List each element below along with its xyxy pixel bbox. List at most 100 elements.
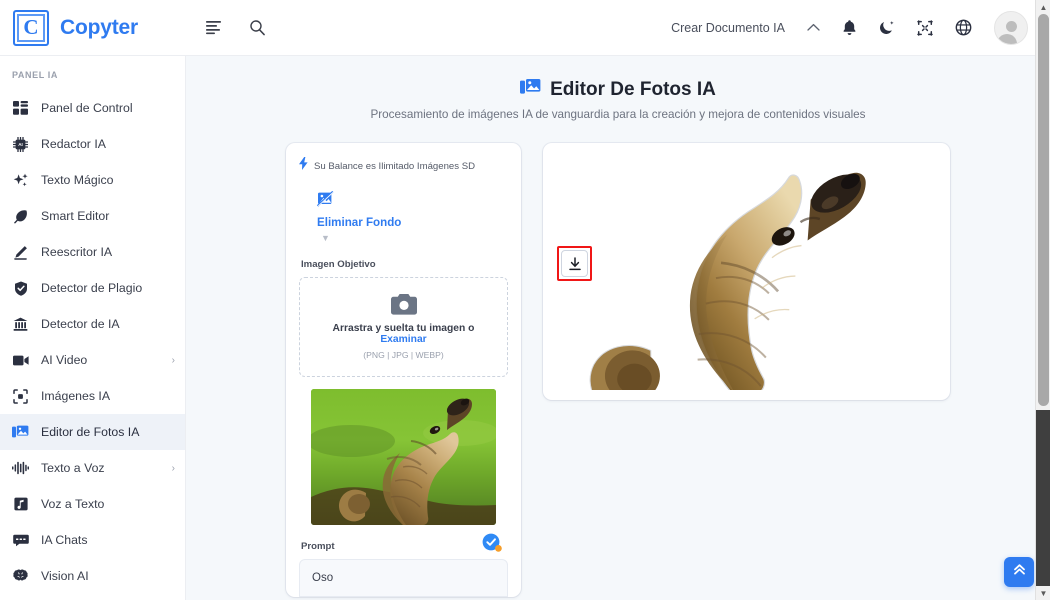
sidebar-item-ia-chats[interactable]: IA Chats: [0, 522, 185, 558]
page-subtitle: Procesamiento de imágenes IA de vanguard…: [370, 108, 866, 121]
brain-icon: [12, 569, 29, 583]
music-note-icon: [12, 497, 29, 511]
sidebar-item-editor-de-fotos-ia[interactable]: Editor de Fotos IA: [0, 414, 185, 450]
sidebar-item-label: Redactor IA: [41, 137, 106, 151]
waveform-icon: [12, 461, 29, 475]
remove-background-icon: [316, 190, 334, 212]
result-preview-card: [543, 143, 950, 400]
svg-text:AI: AI: [18, 142, 23, 147]
sidebar-item-label: Voz a Texto: [41, 497, 105, 511]
logo-letter: C: [23, 15, 39, 39]
pencil-icon: [12, 245, 29, 260]
sidebar-item-detector-de-ia[interactable]: Detector de IA: [0, 306, 185, 342]
sidebar-item-label: Imágenes IA: [41, 389, 111, 403]
dropzone-main-text: Arrastra y suelta tu imagen o: [332, 323, 475, 334]
brand-name: Copyter: [60, 15, 138, 39]
sidebar-item-label: AI Video: [41, 353, 88, 367]
cards-row: Su Balance es Ilimitado Imágenes SD Elim…: [204, 143, 1032, 597]
sidebar-item-panel-de-control[interactable]: Panel de Control: [0, 90, 185, 126]
scrollbar-up-arrow[interactable]: ▲: [1036, 0, 1050, 14]
sidebar-item-label: Panel de Control: [41, 101, 133, 115]
bank-icon: [12, 317, 29, 331]
sidebar-item-label: Texto a Voz: [41, 461, 105, 475]
sidebar-item-redactor-ia[interactable]: AI Redactor IA: [0, 126, 185, 162]
chevron-right-icon: ›: [171, 462, 175, 474]
scrollbar-thumb[interactable]: [1038, 14, 1049, 406]
video-icon: [12, 355, 29, 366]
fullscreen-exit-icon[interactable]: [917, 19, 933, 36]
browse-link[interactable]: Examinar: [380, 334, 426, 345]
caret-down-icon[interactable]: ▼: [317, 233, 508, 243]
sidebar-item-ai-video[interactable]: AI Video ›: [0, 342, 185, 378]
sparkles-icon: [12, 173, 29, 188]
page-title-text: Editor De Fotos IA: [550, 78, 716, 100]
dashboard-icon: [12, 101, 29, 115]
tool-tabs: Eliminar Fondo ▼: [299, 190, 508, 243]
sidebar-item-label: Reescritor IA: [41, 245, 113, 259]
sidebar-item-texto-magico[interactable]: Texto Mágico: [0, 162, 185, 198]
prompt-section: Prompt Oso: [299, 533, 508, 597]
scrollbar-track[interactable]: [1036, 410, 1050, 586]
sidebar-item-label: Detector de Plagio: [41, 281, 143, 295]
avatar[interactable]: [994, 10, 1028, 45]
chip-ai-icon: AI: [12, 136, 29, 152]
editor-controls-card: Su Balance es Ilimitado Imágenes SD Elim…: [286, 143, 521, 597]
sidebar: PANEL IA Panel de Control AI Redactor IA…: [0, 56, 186, 600]
camera-icon: [308, 294, 499, 315]
shield-check-icon: [12, 281, 29, 296]
download-button[interactable]: [561, 250, 588, 277]
create-document-button[interactable]: Crear Documento IA: [671, 21, 785, 35]
prompt-input[interactable]: Oso: [299, 559, 508, 597]
photo-editor-icon: [520, 78, 541, 101]
globe-icon[interactable]: [955, 19, 972, 36]
top-bar: C Copyter Crear Documento IA: [0, 0, 1050, 56]
prompt-label: Prompt: [301, 541, 335, 552]
search-icon[interactable]: [249, 19, 266, 36]
sidebar-item-label: Smart Editor: [41, 209, 110, 223]
sidebar-item-smart-editor[interactable]: Smart Editor: [0, 198, 185, 234]
scrollbar-down-arrow[interactable]: ▼: [1036, 586, 1050, 600]
sidebar-item-vision-ai[interactable]: Vision AI: [0, 558, 185, 594]
topbar-right-controls: Crear Documento IA: [671, 10, 1036, 45]
target-image-label: Imagen Objetivo: [301, 259, 376, 270]
sidebar-item-label: Vision AI: [41, 569, 89, 583]
dropzone-formats: (PNG | JPG | WEBP): [363, 350, 444, 360]
sidebar-item-texto-a-voz[interactable]: Texto a Voz ›: [0, 450, 185, 486]
balance-row: Su Balance es Ilimitado Imágenes SD: [299, 157, 508, 175]
scroll-to-top-button[interactable]: [1004, 557, 1034, 587]
bell-icon[interactable]: [842, 19, 857, 36]
body-row: PANEL IA Panel de Control AI Redactor IA…: [0, 56, 1050, 600]
double-chevron-up-icon: [1012, 562, 1027, 582]
tab-label: Eliminar Fondo: [317, 216, 402, 229]
app-root: C Copyter Crear Documento IA PANEL IA Pa…: [0, 0, 1050, 600]
uploaded-image-thumbnail[interactable]: [311, 389, 496, 525]
page-scrollbar[interactable]: ▲ ▼: [1035, 0, 1050, 600]
feather-icon: [12, 209, 29, 224]
balance-text: Su Balance es Ilimitado Imágenes SD: [314, 160, 476, 172]
sidebar-item-label: Texto Mágico: [41, 173, 114, 187]
tab-eliminar-fondo[interactable]: Eliminar Fondo: [316, 190, 508, 229]
chevron-up-icon[interactable]: [807, 23, 820, 32]
sidebar-item-voz-a-texto[interactable]: Voz a Texto: [0, 486, 185, 522]
sidebar-item-imagenes-ia[interactable]: Imágenes IA: [0, 378, 185, 414]
verified-check-icon: [482, 533, 502, 553]
avatar-body: [996, 33, 1017, 44]
chat-icon: [12, 534, 29, 547]
lightning-bolt-icon: [299, 157, 308, 175]
sidebar-item-label: Editor de Fotos IA: [41, 425, 140, 439]
sidebar-item-reescritor-ia[interactable]: Reescritor IA: [0, 234, 185, 270]
sidebar-item-detector-de-plagio[interactable]: Detector de Plagio: [0, 270, 185, 306]
sidebar-section-label: PANEL IA: [12, 70, 58, 80]
chevron-right-icon: ›: [171, 354, 175, 366]
brand-logo[interactable]: C Copyter: [0, 9, 186, 46]
sidebar-item-label: IA Chats: [41, 533, 88, 547]
menu-icon[interactable]: [206, 20, 223, 35]
dropzone-text: Arrastra y suelta tu imagen o Examinar: [308, 323, 499, 345]
sidebar-item-label: Detector de IA: [41, 317, 120, 331]
image-dropzone[interactable]: Arrastra y suelta tu imagen o Examinar (…: [299, 277, 508, 377]
main-content: Editor De Fotos IA Procesamiento de imág…: [186, 56, 1050, 600]
result-image: [553, 153, 940, 390]
logo-mark: C: [13, 9, 49, 46]
moon-icon[interactable]: [879, 19, 895, 36]
topbar-left-icons: [206, 19, 266, 36]
